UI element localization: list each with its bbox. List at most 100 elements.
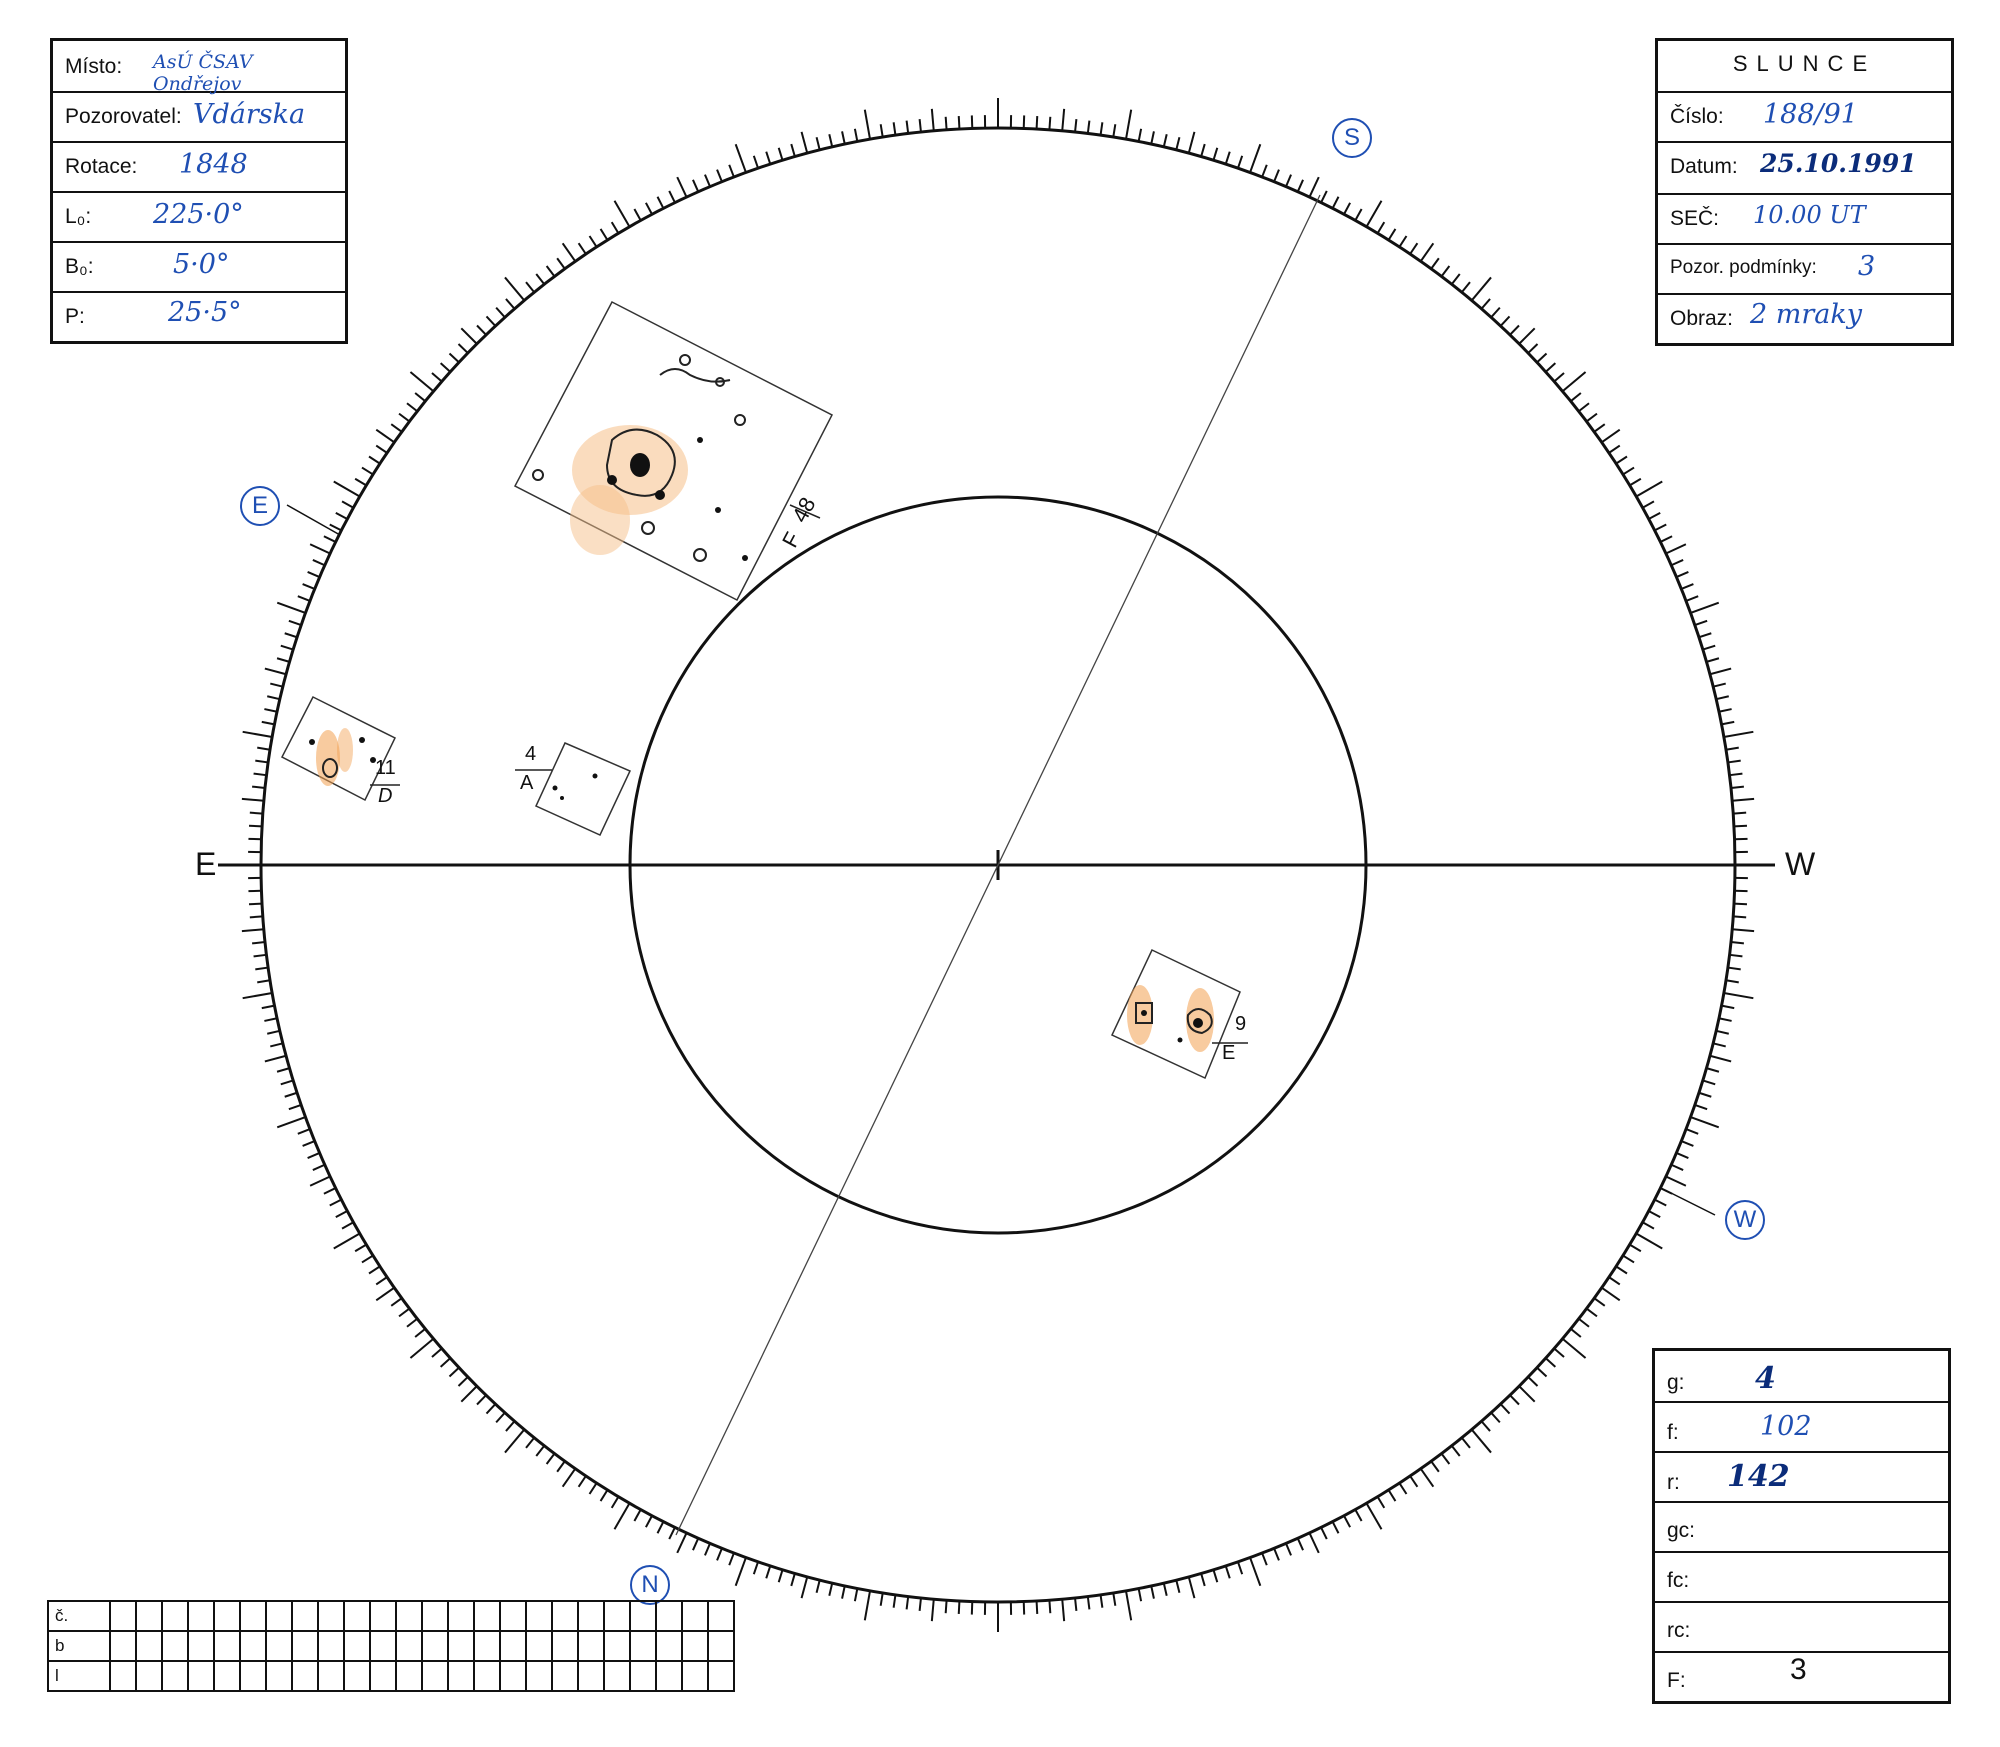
table-cell[interactable]	[525, 1660, 553, 1692]
table-cell[interactable]	[395, 1630, 423, 1662]
table-cell[interactable]	[629, 1600, 657, 1632]
table-cell[interactable]	[603, 1600, 631, 1632]
limb-tick	[398, 412, 411, 423]
table-cell[interactable]	[213, 1630, 241, 1662]
table-cell[interactable]	[707, 1630, 735, 1662]
table-cell[interactable]	[655, 1660, 683, 1692]
field-label: F:	[1667, 1669, 1686, 1692]
limb-tick	[918, 1597, 922, 1611]
table-cell[interactable]	[707, 1600, 735, 1632]
table-cell[interactable]	[239, 1600, 267, 1632]
table-cell[interactable]	[291, 1600, 319, 1632]
table-cell[interactable]	[187, 1600, 215, 1632]
table-cell[interactable]	[499, 1660, 527, 1692]
table-cell[interactable]	[369, 1630, 397, 1662]
table-cell[interactable]	[161, 1660, 189, 1692]
table-cell[interactable]	[161, 1600, 189, 1632]
limb-tick	[1308, 176, 1320, 198]
table-cell[interactable]	[187, 1660, 215, 1692]
table-cell[interactable]	[317, 1660, 345, 1692]
limb-tick	[1086, 120, 1091, 134]
table-cell[interactable]	[681, 1600, 709, 1632]
table-cell[interactable]	[291, 1660, 319, 1692]
table-cell[interactable]	[525, 1600, 553, 1632]
table-cell[interactable]	[239, 1630, 267, 1662]
table-cell[interactable]	[421, 1630, 449, 1662]
table-cell[interactable]	[109, 1600, 137, 1632]
table-cell[interactable]	[681, 1660, 709, 1692]
table-cell[interactable]	[213, 1600, 241, 1632]
limb-tick	[535, 273, 546, 285]
table-cell[interactable]	[135, 1600, 163, 1632]
limb-tick	[905, 1596, 910, 1610]
table-cell[interactable]	[317, 1600, 345, 1632]
limb-tick	[892, 122, 897, 136]
table-cell[interactable]	[603, 1660, 631, 1692]
limb-tick	[1570, 392, 1582, 402]
limb-tick	[1690, 1116, 1720, 1129]
table-cell[interactable]	[447, 1630, 475, 1662]
limb-tick	[276, 1116, 306, 1129]
table-cell[interactable]	[499, 1630, 527, 1662]
limb-tick	[1261, 1552, 1268, 1566]
limb-tick	[1706, 657, 1720, 663]
table-cell[interactable]	[655, 1600, 683, 1632]
table-cell[interactable]	[681, 1630, 709, 1662]
table-cell[interactable]	[551, 1600, 579, 1632]
table-cell[interactable]	[551, 1630, 579, 1662]
limb-tick	[1124, 109, 1133, 140]
table-cell[interactable]	[473, 1600, 501, 1632]
group-4-number: 4	[525, 743, 537, 765]
limb-tick	[1224, 151, 1231, 165]
table-cell[interactable]	[707, 1660, 735, 1692]
limb-tick	[790, 143, 796, 157]
table-cell[interactable]	[577, 1660, 605, 1692]
limb-tick	[255, 966, 269, 971]
table-cell[interactable]	[603, 1630, 631, 1662]
table-cell[interactable]	[447, 1660, 475, 1692]
table-cell[interactable]	[109, 1630, 137, 1662]
table-cell[interactable]	[109, 1660, 137, 1692]
table-cell[interactable]	[551, 1660, 579, 1692]
table-cell[interactable]	[265, 1660, 293, 1692]
table-cell[interactable]	[265, 1600, 293, 1632]
table-cell[interactable]	[395, 1600, 423, 1632]
table-cell[interactable]	[473, 1660, 501, 1692]
table-cell[interactable]	[421, 1660, 449, 1692]
limb-tick	[752, 155, 760, 169]
table-cell[interactable]	[473, 1630, 501, 1662]
table-cell[interactable]	[499, 1600, 527, 1632]
table-cell[interactable]	[395, 1660, 423, 1692]
table-cell[interactable]	[343, 1660, 371, 1692]
limb-tick	[375, 1276, 388, 1286]
limb-tick	[1635, 480, 1663, 498]
table-cell[interactable]	[629, 1660, 657, 1692]
table-cell[interactable]	[655, 1630, 683, 1662]
table-cell[interactable]	[317, 1630, 345, 1662]
limb-tick	[1694, 619, 1708, 627]
table-cell[interactable]	[577, 1600, 605, 1632]
table-cell[interactable]	[629, 1630, 657, 1662]
table-cell[interactable]	[369, 1600, 397, 1632]
table-cell[interactable]	[265, 1630, 293, 1662]
table-cell[interactable]	[525, 1630, 553, 1662]
table-cell[interactable]	[213, 1660, 241, 1692]
limb-tick	[1273, 1547, 1280, 1561]
table-cell[interactable]	[161, 1630, 189, 1662]
limb-tick	[1732, 797, 1755, 802]
table-cell[interactable]	[135, 1660, 163, 1692]
table-cell[interactable]	[421, 1600, 449, 1632]
table-cell[interactable]	[369, 1660, 397, 1692]
limb-tick	[1733, 824, 1748, 828]
limb-tick	[853, 1588, 859, 1602]
table-cell[interactable]	[447, 1600, 475, 1632]
table-cell[interactable]	[135, 1630, 163, 1662]
table-cell[interactable]	[343, 1600, 371, 1632]
table-cell[interactable]	[239, 1660, 267, 1692]
table-cell[interactable]	[291, 1630, 319, 1662]
table-cell[interactable]	[343, 1630, 371, 1662]
table-cell[interactable]	[577, 1630, 605, 1662]
limb-tick	[765, 151, 772, 165]
table-cell[interactable]	[187, 1630, 215, 1662]
limb-tick	[329, 1198, 342, 1207]
